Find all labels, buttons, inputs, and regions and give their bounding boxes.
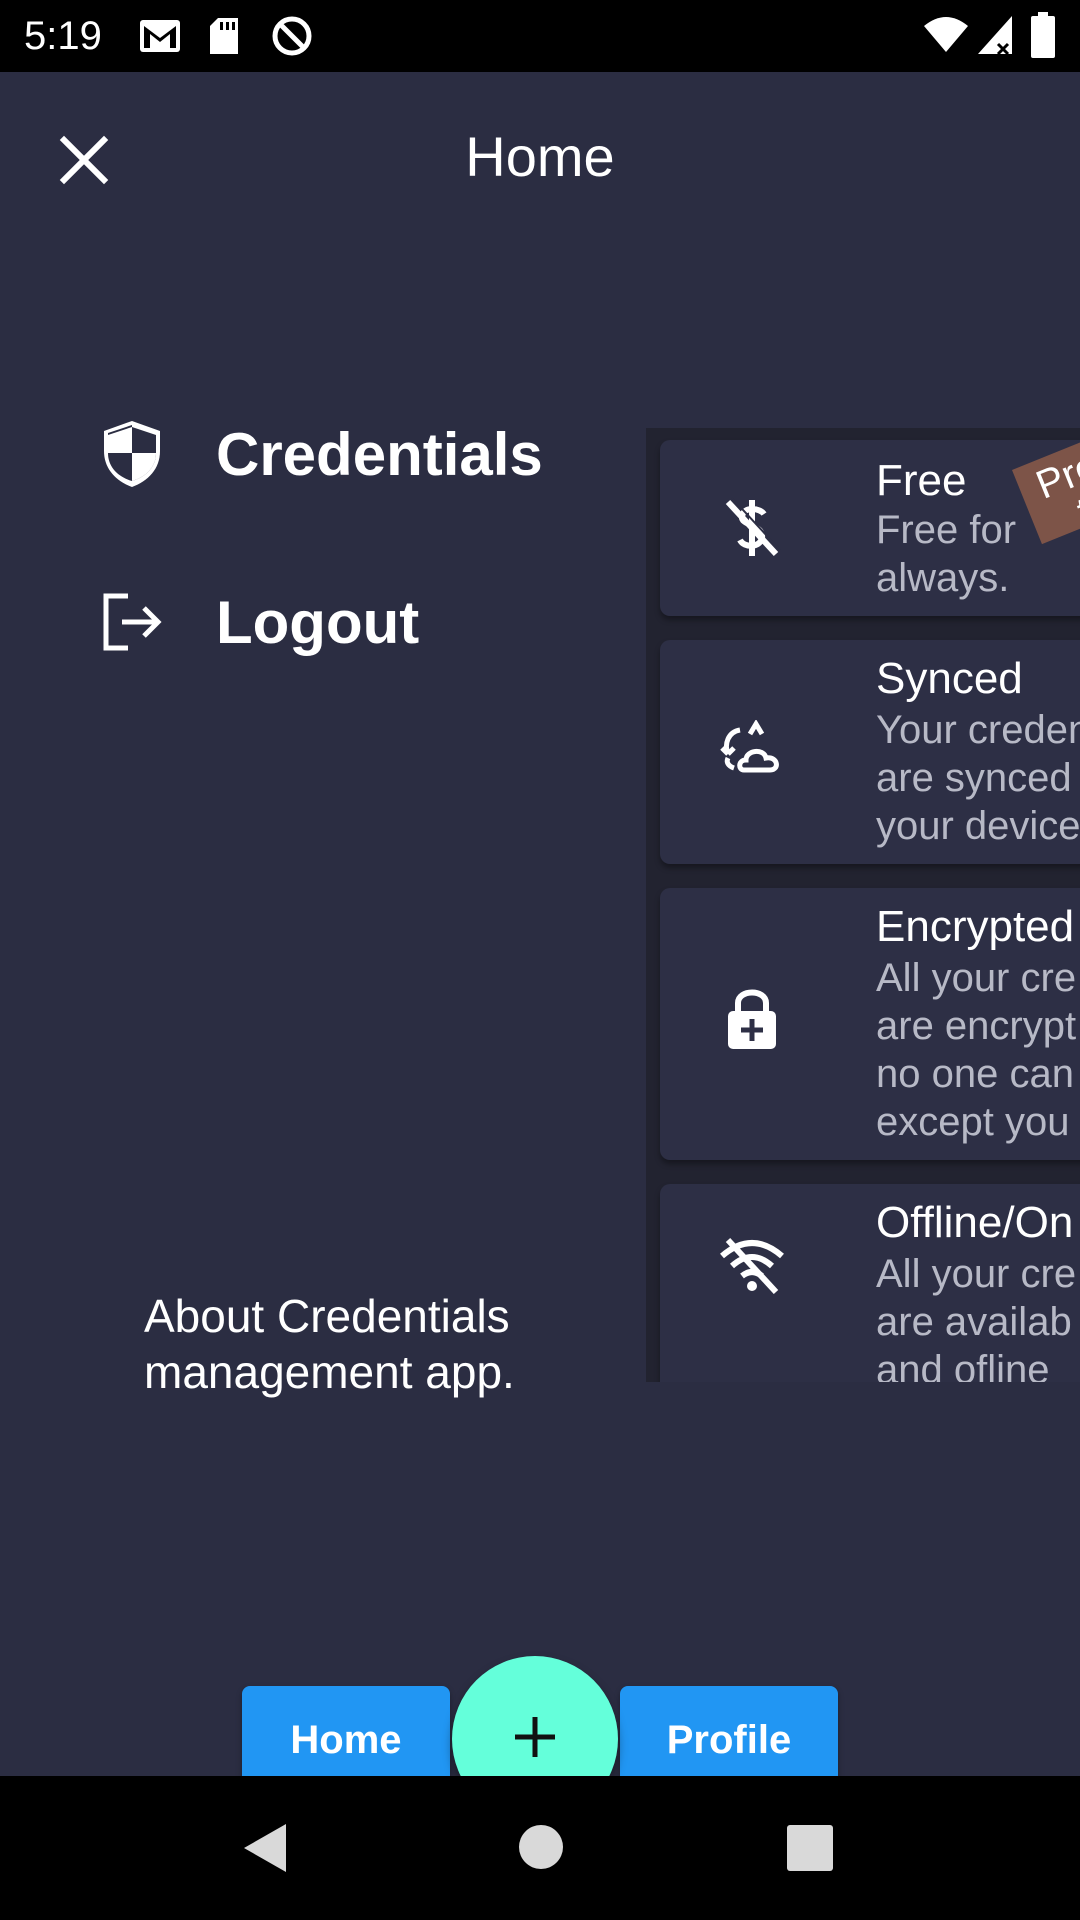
- card-desc-line: All your cre: [876, 1252, 1077, 1296]
- about-line: management app.: [144, 1346, 515, 1398]
- profile-nav-button[interactable]: Profile: [620, 1686, 838, 1776]
- plus-icon: [511, 1713, 559, 1766]
- card-title: Free: [876, 456, 967, 505]
- card-desc-line: always.: [876, 556, 1010, 600]
- lock-plus-icon: [712, 978, 792, 1058]
- gmail-icon: [138, 18, 182, 59]
- card-description: Your creden are synced your device: [876, 706, 1080, 850]
- page-title: Home: [465, 125, 615, 188]
- home-circle-icon[interactable]: [518, 1824, 564, 1875]
- feature-card-free[interactable]: Free Free for always. Pro th: [660, 440, 1080, 616]
- about-line: About Credentials: [144, 1290, 510, 1342]
- card-desc-line: and ofline: [876, 1348, 1050, 1382]
- menu-item-label: Logout: [216, 588, 420, 656]
- card-description: All your cre are encrypt no one can exce…: [876, 954, 1076, 1146]
- card-title: Synced: [876, 654, 1023, 703]
- card-desc-line: your device: [876, 804, 1080, 848]
- card-title: Encrypted: [876, 902, 1075, 951]
- cloud-sync-icon: [712, 708, 792, 788]
- feature-card-synced[interactable]: Synced Your creden are synced your devic…: [660, 640, 1080, 864]
- battery-icon: [1030, 12, 1056, 63]
- wifi-off-icon: [712, 1224, 792, 1304]
- card-title: Offline/On: [876, 1198, 1074, 1247]
- about-text: About Credentials management app.: [144, 1288, 584, 1400]
- back-icon[interactable]: [242, 1822, 290, 1879]
- sync-blocked-icon: [270, 14, 314, 63]
- card-desc-line: except you: [876, 1100, 1070, 1144]
- card-desc-line: All your cre: [876, 956, 1077, 1000]
- menu-item-credentials[interactable]: Credentials: [96, 418, 543, 490]
- dollar-off-icon: [712, 488, 792, 568]
- feature-card-offline[interactable]: Offline/On All your cre are availab and …: [660, 1184, 1080, 1382]
- home-nav-button[interactable]: Home: [242, 1686, 450, 1776]
- status-time: 5:19: [24, 14, 102, 58]
- card-desc-line: are encrypt: [876, 1004, 1077, 1048]
- card-desc-line: are availab: [876, 1300, 1072, 1344]
- feature-cards-panel[interactable]: Free Free for always. Pro th Synced Your…: [646, 428, 1080, 1382]
- feature-card-encrypted[interactable]: Encrypted All your cre are encrypt no on…: [660, 888, 1080, 1160]
- card-desc-line: no one can: [876, 1052, 1074, 1096]
- card-description: Free for always.: [876, 506, 1016, 602]
- card-desc-line: Free for: [876, 508, 1017, 552]
- app-screen: Home Credentials Logout About Credential…: [0, 72, 1080, 1776]
- pro-ribbon: Pro th: [1012, 440, 1080, 545]
- wifi-icon: [922, 14, 970, 59]
- system-nav-bar: [0, 1776, 1080, 1920]
- menu-item-logout[interactable]: Logout: [96, 586, 419, 658]
- add-credential-button[interactable]: [452, 1656, 618, 1776]
- status-bar: 5:19: [0, 0, 1080, 72]
- signal-icon: [976, 14, 1014, 61]
- recents-icon[interactable]: [786, 1824, 834, 1877]
- shield-icon: [96, 418, 168, 490]
- sd-card-icon: [208, 16, 240, 61]
- menu-item-label: Credentials: [216, 420, 543, 488]
- logout-icon: [96, 586, 168, 658]
- card-desc-line: Your creden: [876, 708, 1080, 752]
- card-desc-line: are synced: [876, 756, 1072, 800]
- card-description: All your cre are availab and ofline: [876, 1250, 1076, 1382]
